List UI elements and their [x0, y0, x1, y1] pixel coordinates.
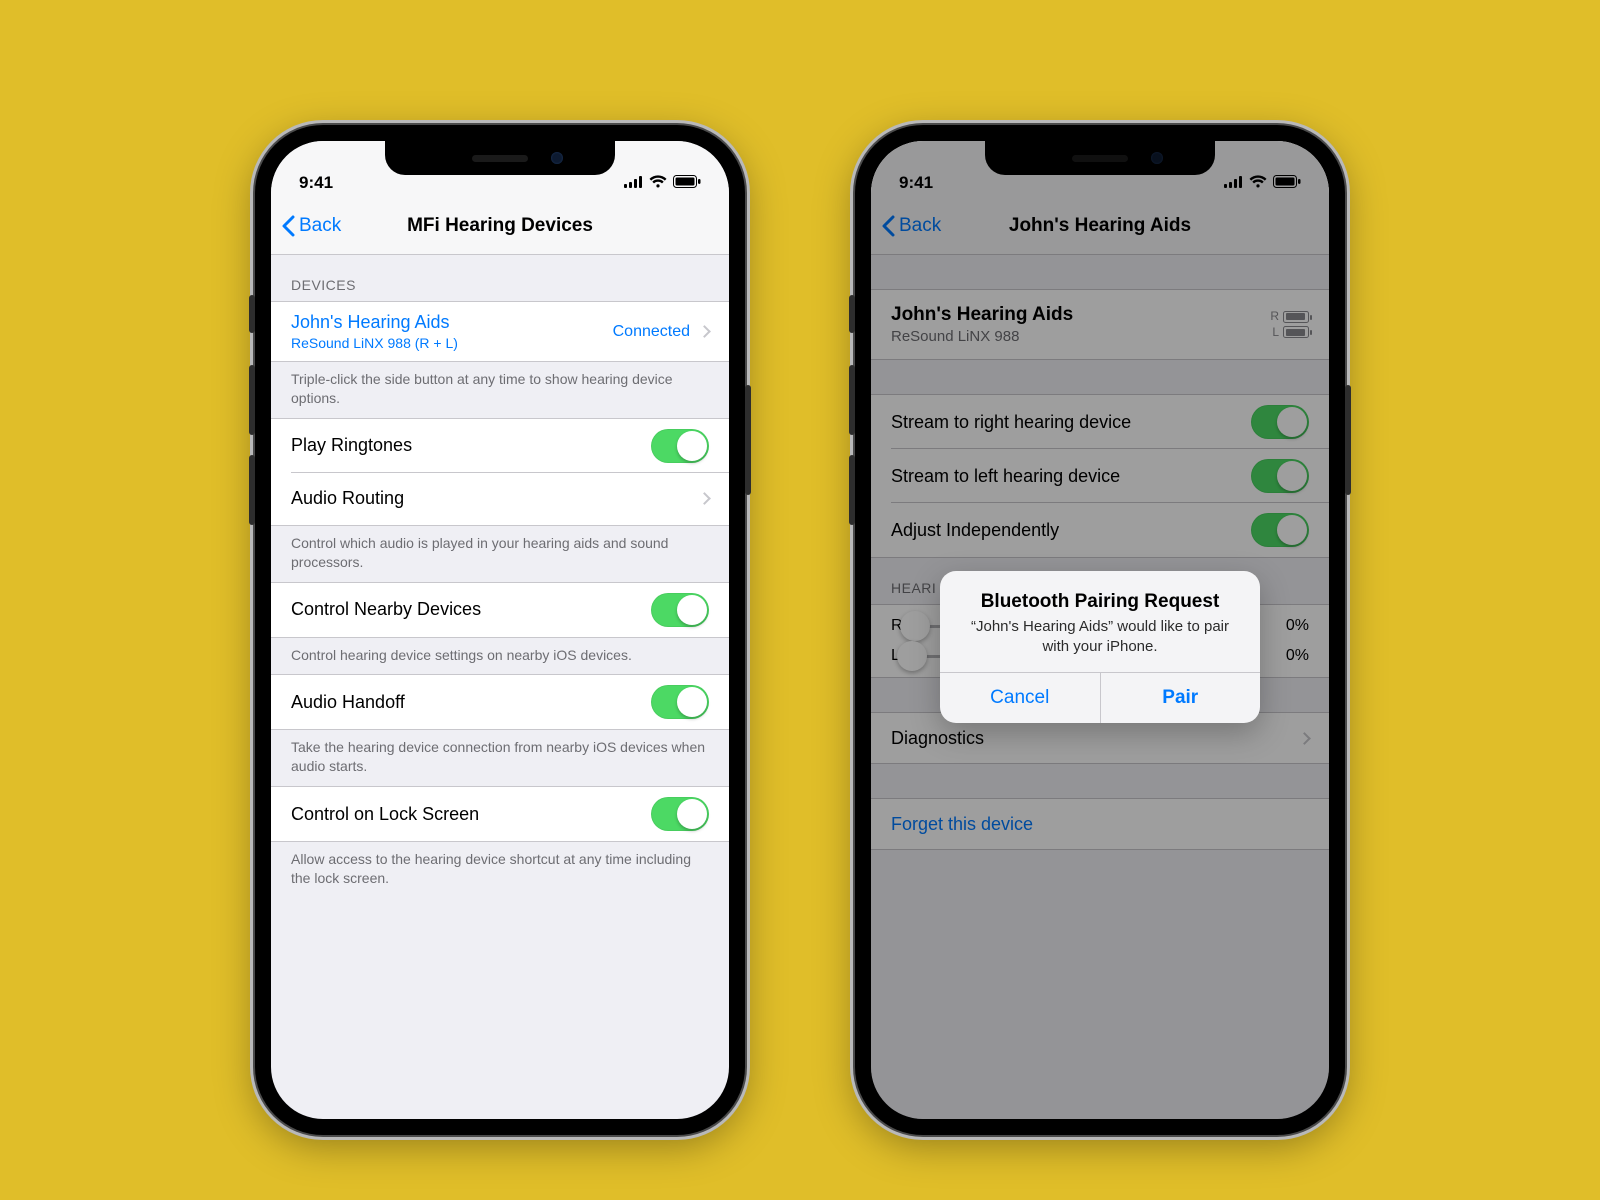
- back-label: Back: [299, 215, 341, 237]
- audio-handoff-footer: Take the hearing device connection from …: [271, 730, 729, 786]
- status-time: 9:41: [299, 173, 333, 193]
- control-nearby-label: Control Nearby Devices: [291, 599, 481, 620]
- play-ringtones-row[interactable]: Play Ringtones: [271, 419, 729, 473]
- alert-pair-button[interactable]: Pair: [1100, 673, 1261, 723]
- lock-screen-row[interactable]: Control on Lock Screen: [271, 786, 729, 842]
- devices-section-footer: Triple-click the side button at any time…: [271, 362, 729, 418]
- phone-left: 9:41 Back MFi Hearing Devices DEVI: [255, 125, 745, 1135]
- control-nearby-row[interactable]: Control Nearby Devices: [271, 582, 729, 638]
- wifi-icon: [649, 173, 667, 193]
- lock-screen-toggle[interactable]: [651, 797, 709, 831]
- notch: [385, 141, 615, 175]
- speaker-grille: [472, 155, 528, 162]
- audio-routing-footer: Control which audio is played in your he…: [271, 526, 729, 582]
- control-nearby-footer: Control hearing device settings on nearb…: [271, 638, 729, 675]
- volume-up-button: [249, 365, 255, 435]
- bluetooth-pairing-alert: Bluetooth Pairing Request “John's Hearin…: [940, 571, 1260, 723]
- audio-routing-label: Audio Routing: [291, 488, 404, 509]
- control-nearby-toggle[interactable]: [651, 593, 709, 627]
- devices-section-header: DEVICES: [271, 255, 729, 301]
- play-ringtones-label: Play Ringtones: [291, 435, 412, 456]
- audio-handoff-toggle[interactable]: [651, 685, 709, 719]
- lock-screen-label: Control on Lock Screen: [291, 804, 479, 825]
- cellular-icon: [624, 173, 643, 193]
- front-camera: [551, 152, 563, 164]
- mute-switch: [849, 295, 855, 333]
- chevron-right-icon: [698, 492, 711, 505]
- volume-up-button: [849, 365, 855, 435]
- battery-icon: [673, 173, 701, 193]
- alert-message: “John's Hearing Aids” would like to pair…: [958, 617, 1242, 656]
- alert-title: Bluetooth Pairing Request: [958, 591, 1242, 613]
- audio-handoff-row[interactable]: Audio Handoff: [271, 674, 729, 730]
- chevron-right-icon: [698, 325, 711, 338]
- nav-bar: Back MFi Hearing Devices: [271, 197, 729, 255]
- side-button: [1345, 385, 1351, 495]
- alert-cancel-button[interactable]: Cancel: [940, 673, 1100, 723]
- device-name: John's Hearing Aids: [291, 312, 458, 333]
- phone-right: 9:41 Back John's Hearing Aids: [855, 125, 1345, 1135]
- back-button[interactable]: Back: [281, 197, 341, 254]
- hearing-device-row[interactable]: John's Hearing Aids ReSound LiNX 988 (R …: [271, 301, 729, 362]
- volume-down-button: [849, 455, 855, 525]
- page-title: MFi Hearing Devices: [407, 215, 593, 237]
- audio-handoff-label: Audio Handoff: [291, 692, 405, 713]
- mute-switch: [249, 295, 255, 333]
- device-model: ReSound LiNX 988 (R + L): [291, 335, 458, 351]
- volume-down-button: [249, 455, 255, 525]
- play-ringtones-toggle[interactable]: [651, 429, 709, 463]
- lock-screen-footer: Allow access to the hearing device short…: [271, 842, 729, 898]
- device-status: Connected: [613, 323, 690, 341]
- chevron-left-icon: [281, 215, 295, 237]
- side-button: [745, 385, 751, 495]
- audio-routing-row[interactable]: Audio Routing: [271, 473, 729, 525]
